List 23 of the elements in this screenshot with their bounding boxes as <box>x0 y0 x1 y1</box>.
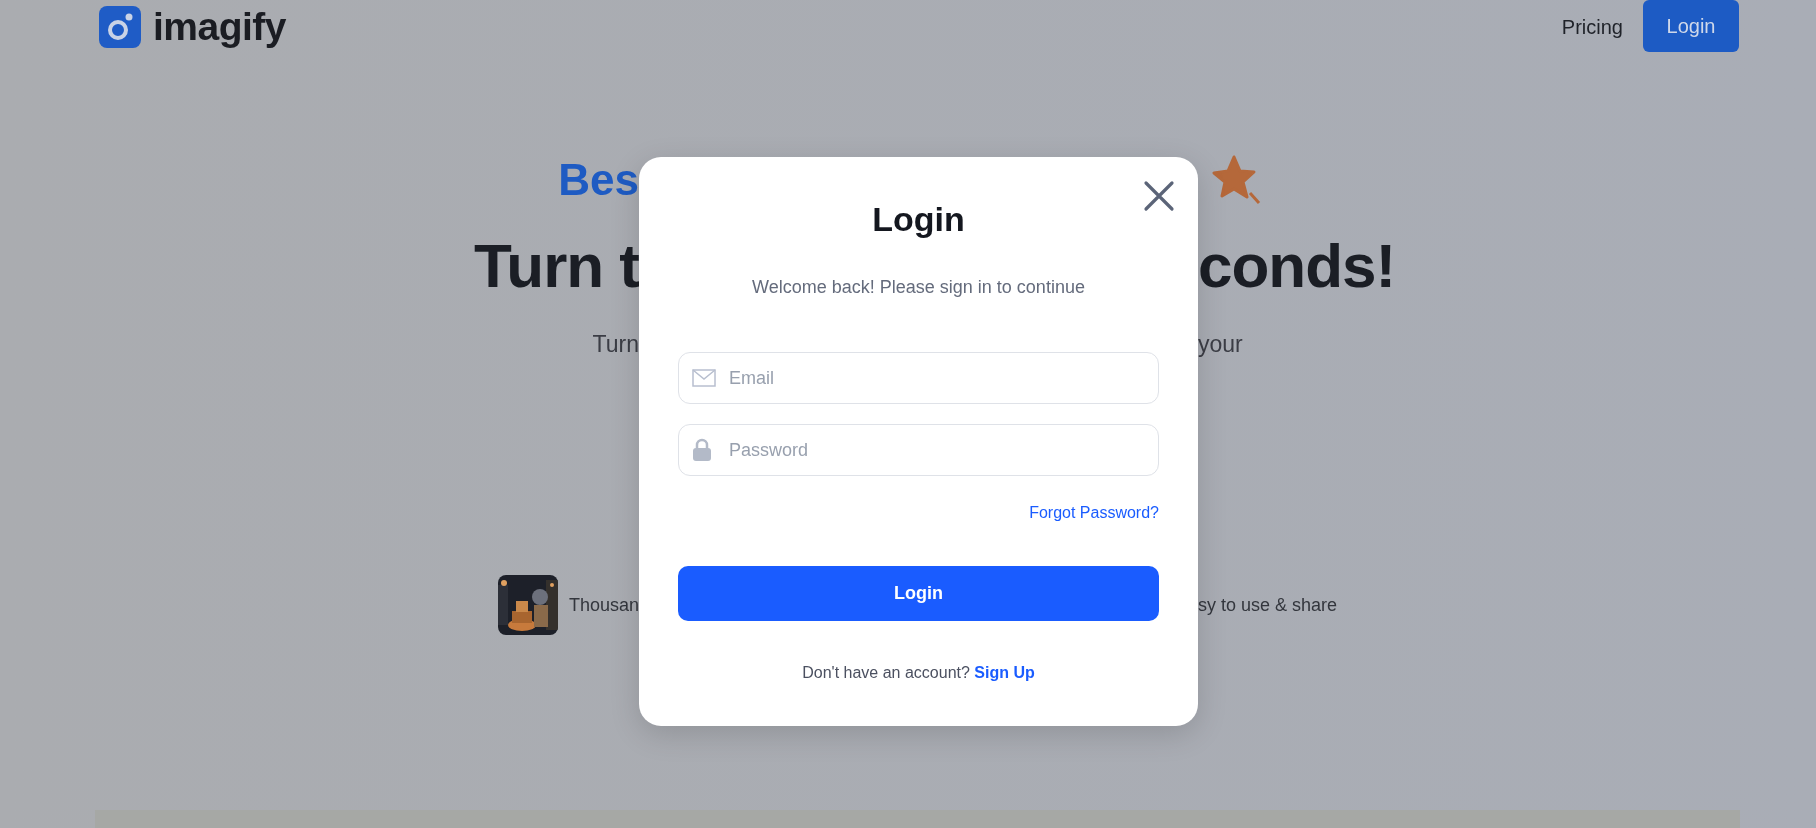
logo-icon <box>99 6 141 48</box>
dialog-title: Login <box>871 199 966 240</box>
tagline-text: Bes <box>558 155 639 205</box>
logo-text[interactable]: imagify <box>153 5 287 49</box>
review-text: Thousan <box>568 594 639 616</box>
headline-text: Turn t <box>474 229 639 301</box>
forgot-password-link[interactable]: Forgot Password? <box>1029 503 1159 523</box>
pricing-link[interactable]: Pricing <box>1561 15 1623 39</box>
password-field[interactable]: Password <box>678 424 1159 476</box>
star-icon <box>1212 155 1262 205</box>
sign-up-link[interactable]: Sign Up <box>974 664 1035 681</box>
feature-text: sy to use & share <box>1198 594 1338 616</box>
close-icon[interactable] <box>1142 179 1176 213</box>
subtitle-text: Turn <box>592 330 639 358</box>
login-submit-button[interactable]: Login <box>678 566 1159 621</box>
subtitle-text: your <box>1198 330 1243 358</box>
email-field[interactable]: Email <box>678 352 1159 404</box>
lock-icon <box>692 438 712 462</box>
signup-prompt: Don't have an account? Sign Up <box>801 663 1036 683</box>
dialog-subtitle: Welcome back! Please sign in to continue <box>751 276 1086 298</box>
login-button[interactable]: Login <box>1643 0 1739 52</box>
headline-text: conds! <box>1198 229 1396 301</box>
envelope-icon <box>692 369 716 387</box>
